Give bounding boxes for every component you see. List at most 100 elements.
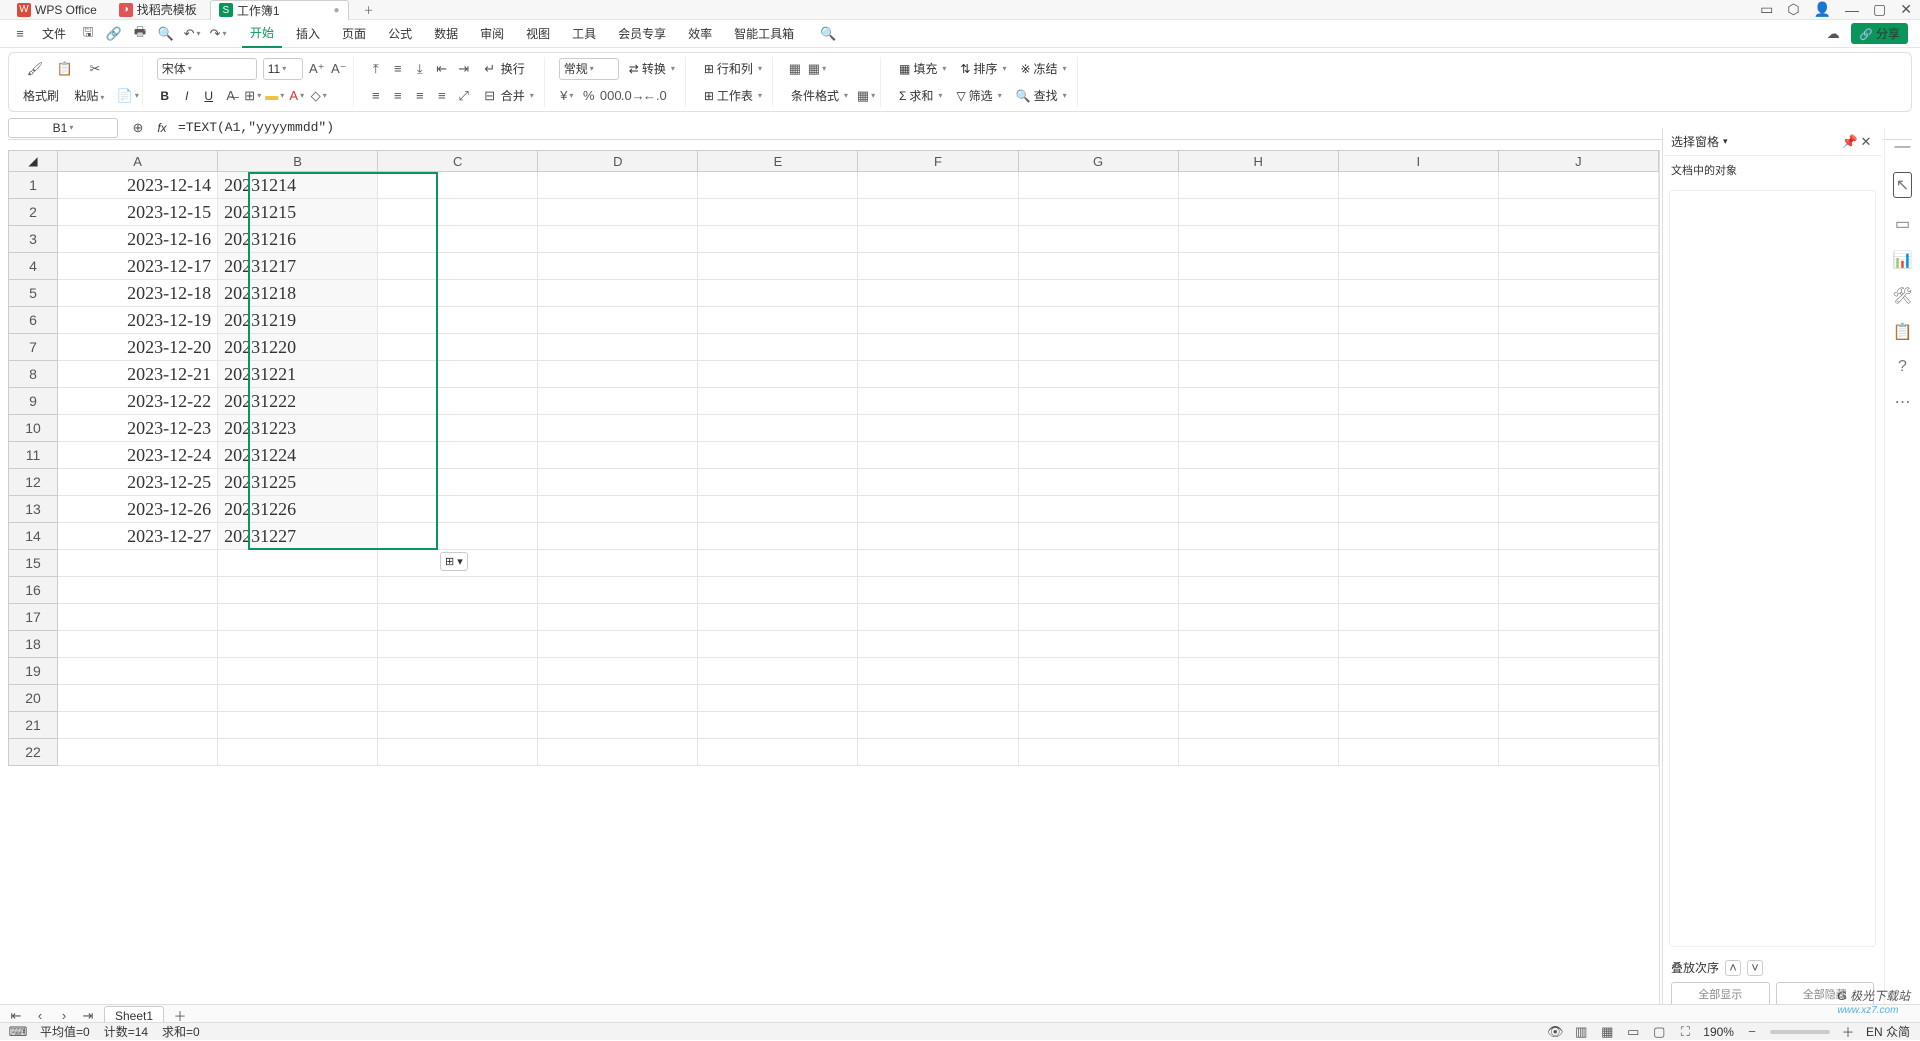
cell[interactable]: 2023-12-26 bbox=[58, 496, 218, 523]
cell[interactable] bbox=[1339, 577, 1499, 604]
cell[interactable] bbox=[1499, 658, 1659, 685]
indent-inc-icon[interactable]: ⇥ bbox=[456, 61, 472, 77]
cell[interactable] bbox=[538, 658, 698, 685]
menu-data[interactable]: 数据 bbox=[426, 20, 466, 48]
cell[interactable] bbox=[1339, 658, 1499, 685]
cell[interactable] bbox=[1499, 415, 1659, 442]
cell[interactable] bbox=[1019, 712, 1179, 739]
cell[interactable] bbox=[858, 199, 1018, 226]
spreadsheet-grid[interactable]: ◢ ABCDEFGHIJ 12023-12-142023121422023-12… bbox=[8, 150, 1660, 1012]
cell[interactable] bbox=[538, 577, 698, 604]
merge-button[interactable]: ⊟合并 bbox=[478, 85, 538, 106]
col-header-D[interactable]: D bbox=[538, 150, 698, 172]
align-bottom-icon[interactable]: ⤓ bbox=[412, 61, 428, 77]
row-header[interactable]: 21 bbox=[8, 712, 58, 739]
cell[interactable]: 2023-12-19 bbox=[58, 307, 218, 334]
cell[interactable] bbox=[698, 577, 858, 604]
cell[interactable] bbox=[858, 307, 1018, 334]
cell[interactable] bbox=[218, 577, 378, 604]
cell[interactable] bbox=[1499, 550, 1659, 577]
row-header[interactable]: 5 bbox=[8, 280, 58, 307]
cell[interactable] bbox=[218, 739, 378, 766]
cell[interactable] bbox=[1339, 631, 1499, 658]
align-center-icon[interactable]: ≡ bbox=[390, 88, 406, 104]
row-header[interactable]: 14 bbox=[8, 523, 58, 550]
maximize-icon[interactable]: ▢ bbox=[1873, 1, 1886, 18]
cell[interactable] bbox=[1179, 523, 1339, 550]
zoom-slider[interactable] bbox=[1770, 1030, 1830, 1034]
cell[interactable] bbox=[1339, 253, 1499, 280]
cell[interactable] bbox=[858, 415, 1018, 442]
find-button[interactable]: 🔍 查找 bbox=[1012, 85, 1071, 106]
cell[interactable] bbox=[1339, 712, 1499, 739]
cell[interactable] bbox=[58, 739, 218, 766]
minimize-icon[interactable]: — bbox=[1845, 2, 1859, 18]
row-header[interactable]: 20 bbox=[8, 685, 58, 712]
cell[interactable] bbox=[698, 415, 858, 442]
cell[interactable] bbox=[1339, 307, 1499, 334]
zoom-fit-icon[interactable]: ⛶ bbox=[1677, 1024, 1693, 1040]
cell[interactable] bbox=[378, 388, 538, 415]
cell[interactable] bbox=[1179, 739, 1339, 766]
cell[interactable] bbox=[378, 226, 538, 253]
cell[interactable] bbox=[1499, 604, 1659, 631]
cell[interactable] bbox=[538, 442, 698, 469]
col-header-A[interactable]: A bbox=[58, 150, 218, 172]
row-header[interactable]: 16 bbox=[8, 577, 58, 604]
cell[interactable] bbox=[538, 334, 698, 361]
cell[interactable] bbox=[1339, 172, 1499, 199]
cell[interactable] bbox=[1499, 388, 1659, 415]
cell[interactable] bbox=[378, 577, 538, 604]
autofill-options[interactable]: ⊞ ▾ bbox=[440, 552, 468, 571]
cell[interactable]: 2023-12-21 bbox=[58, 361, 218, 388]
menu-ai[interactable]: 智能工具箱 bbox=[726, 20, 802, 48]
menu-file[interactable]: 文件 bbox=[34, 20, 74, 48]
align-justify-icon[interactable]: ≡ bbox=[434, 88, 450, 104]
cell[interactable]: 2023-12-18 bbox=[58, 280, 218, 307]
cell[interactable] bbox=[58, 550, 218, 577]
cell[interactable] bbox=[698, 550, 858, 577]
font-color-icon[interactable]: A bbox=[289, 88, 305, 104]
row-header[interactable]: 18 bbox=[8, 631, 58, 658]
cell[interactable] bbox=[1499, 226, 1659, 253]
cell[interactable] bbox=[698, 172, 858, 199]
cell[interactable]: 20231221 bbox=[218, 361, 378, 388]
cube-icon[interactable]: ⬡ bbox=[1787, 1, 1799, 18]
cell[interactable] bbox=[1499, 523, 1659, 550]
view-split-icon[interactable]: ▥ bbox=[1573, 1024, 1589, 1040]
cell[interactable] bbox=[378, 685, 538, 712]
copy-icon[interactable]: 📄 bbox=[120, 88, 136, 104]
cell[interactable] bbox=[538, 631, 698, 658]
font-size-select[interactable]: 11 bbox=[263, 58, 303, 80]
cell[interactable]: 2023-12-22 bbox=[58, 388, 218, 415]
italic-icon[interactable]: I bbox=[179, 88, 195, 104]
cut-button[interactable]: ✂ bbox=[83, 59, 107, 79]
cell[interactable] bbox=[1499, 199, 1659, 226]
cell[interactable]: 20231225 bbox=[218, 469, 378, 496]
cell[interactable] bbox=[378, 631, 538, 658]
cell[interactable] bbox=[538, 739, 698, 766]
cell[interactable] bbox=[1179, 415, 1339, 442]
tab-templates[interactable]: ◑找稻壳模板 bbox=[110, 0, 206, 20]
col-header-C[interactable]: C bbox=[378, 150, 538, 172]
cell[interactable] bbox=[218, 685, 378, 712]
cond-format-button[interactable]: 条件格式 bbox=[787, 85, 852, 106]
cell[interactable] bbox=[1339, 334, 1499, 361]
cell[interactable] bbox=[858, 334, 1018, 361]
decrease-font-icon[interactable]: A⁻ bbox=[331, 61, 347, 77]
cell[interactable] bbox=[1019, 253, 1179, 280]
cell[interactable] bbox=[378, 172, 538, 199]
cell[interactable] bbox=[378, 496, 538, 523]
sort-button[interactable]: ⇅ 排序 bbox=[956, 58, 1010, 79]
link-icon[interactable]: 🔗 bbox=[106, 26, 122, 42]
cell[interactable] bbox=[1499, 307, 1659, 334]
row-header[interactable]: 10 bbox=[8, 415, 58, 442]
row-header[interactable]: 15 bbox=[8, 550, 58, 577]
row-header[interactable]: 11 bbox=[8, 442, 58, 469]
cell[interactable]: 20231220 bbox=[218, 334, 378, 361]
tab-workbook[interactable]: S工作簿1● bbox=[210, 0, 349, 20]
cell[interactable]: 20231227 bbox=[218, 523, 378, 550]
cell[interactable] bbox=[698, 253, 858, 280]
cell[interactable]: 20231226 bbox=[218, 496, 378, 523]
preview-icon[interactable]: 🔍 bbox=[158, 26, 174, 42]
